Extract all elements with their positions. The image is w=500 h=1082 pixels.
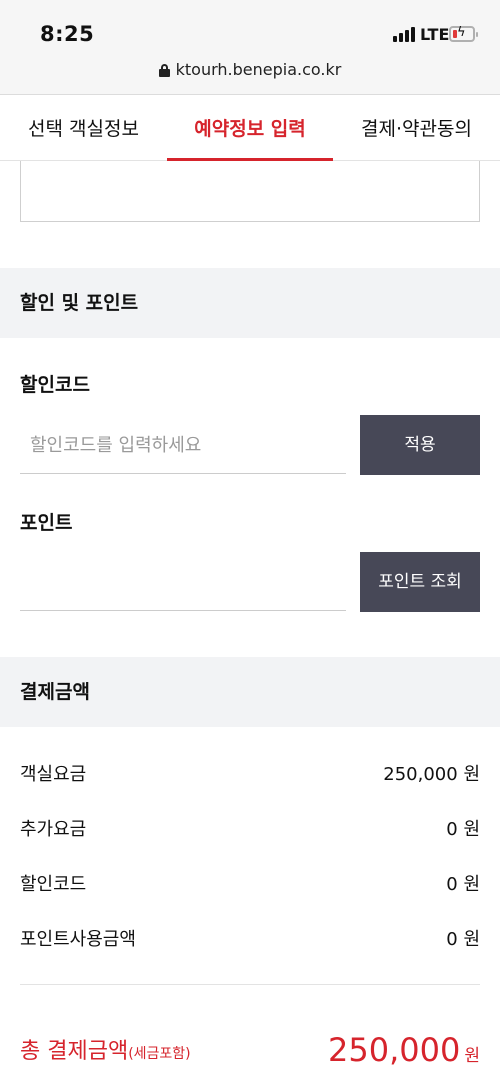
point-input[interactable] xyxy=(20,565,346,605)
total-payment-unit: 원 xyxy=(464,1046,480,1066)
lock-icon xyxy=(158,64,170,77)
step-tabs: 선택 객실정보 예약정보 입력 결제·약관동의 xyxy=(0,96,500,161)
payment-row: 추가요금 0 원 xyxy=(20,815,480,845)
payment-row-value: 0 원 xyxy=(446,929,480,950)
apply-discount-button[interactable]: 적용 xyxy=(360,415,480,475)
payment-row: 객실요금 250,000 원 xyxy=(20,760,480,790)
total-payment: 총 결제금액(세금포함) 250,000 원 xyxy=(20,1025,480,1075)
total-payment-amount: 250,000 원 xyxy=(328,1031,480,1069)
point-lookup-button[interactable]: 포인트 조회 xyxy=(360,552,480,612)
payment-row-label: 추가요금 xyxy=(20,819,87,840)
payment-row-value: 0 원 xyxy=(446,819,480,840)
url-text: ktourh.benepia.co.kr xyxy=(175,60,342,79)
discount-code-label: 할인코드 xyxy=(20,374,90,396)
point-field xyxy=(20,565,346,611)
tab-payment-terms[interactable]: 결제·약관동의 xyxy=(333,96,500,161)
payment-row-label: 포인트사용금액 xyxy=(20,929,136,950)
discount-code-field xyxy=(20,425,346,474)
total-tax-note: (세금포함) xyxy=(128,1046,191,1062)
status-bar: 8:25 LTE ϟ ktourh.benepia.co.kr xyxy=(0,0,500,95)
signal-icon xyxy=(393,27,415,42)
divider xyxy=(20,984,480,985)
payment-section-title: 결제금액 xyxy=(20,681,90,703)
discount-code-input[interactable] xyxy=(20,425,346,465)
battery-icon: ϟ xyxy=(449,25,478,42)
payment-row-label: 할인코드 xyxy=(20,874,87,895)
payment-section-header: 결제금액 xyxy=(0,657,500,727)
request-textarea[interactable] xyxy=(20,161,480,222)
network-type: LTE xyxy=(420,25,450,44)
total-payment-label: 총 결제금액(세금포함) xyxy=(20,1039,191,1064)
status-time: 8:25 xyxy=(40,22,95,46)
discount-section-header: 할인 및 포인트 xyxy=(0,268,500,338)
payment-row: 포인트사용금액 0 원 xyxy=(20,925,480,955)
discount-section-title: 할인 및 포인트 xyxy=(20,292,139,314)
payment-row-value: 250,000 원 xyxy=(383,764,480,785)
payment-row: 할인코드 0 원 xyxy=(20,870,480,900)
address-bar[interactable]: ktourh.benepia.co.kr xyxy=(0,60,500,79)
tab-reservation-info[interactable]: 예약정보 입력 xyxy=(167,96,333,161)
tab-room-info[interactable]: 선택 객실정보 xyxy=(0,96,167,161)
payment-row-label: 객실요금 xyxy=(20,764,87,785)
point-label: 포인트 xyxy=(20,512,73,534)
payment-row-value: 0 원 xyxy=(446,874,480,895)
